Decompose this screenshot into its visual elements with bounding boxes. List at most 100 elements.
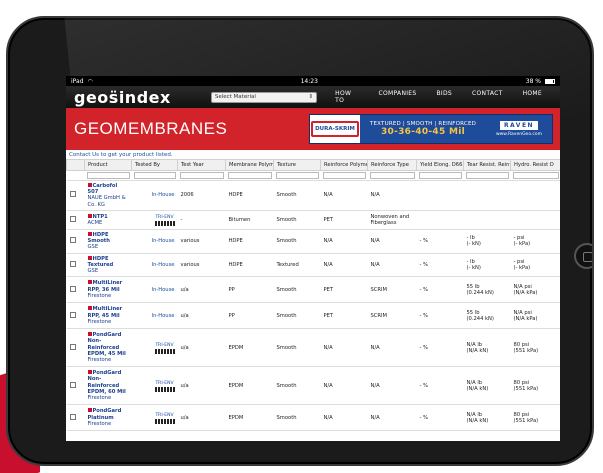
column-filter-input[interactable]: [133, 172, 176, 179]
checkbox-cell[interactable]: [66, 210, 85, 230]
cell-reinf-poly: PET: [323, 286, 334, 293]
column-filter-input[interactable]: [322, 172, 366, 179]
column-header[interactable]: Tear Resist. Reinf: [463, 159, 511, 171]
product-name-link[interactable]: HDPE Smooth: [87, 231, 129, 244]
product-name-link[interactable]: Carbofol 507: [87, 183, 129, 195]
tester-name: TRI-ENV: [155, 412, 174, 418]
column-header[interactable]: Membrane Polym: [225, 159, 274, 171]
home-button[interactable]: [574, 243, 592, 269]
checkbox-cell[interactable]: [66, 180, 85, 211]
tester-name[interactable]: In-House: [152, 287, 175, 293]
nav-link-companies[interactable]: COMPANIES: [369, 90, 427, 104]
row-checkbox[interactable]: [69, 260, 76, 267]
table-cell: 80 psi (551 kPa): [510, 404, 560, 432]
checkbox-cell[interactable]: [66, 276, 85, 304]
cell-membrane: EPDM: [228, 382, 244, 389]
column-filter-input[interactable]: [465, 172, 509, 179]
manufacturer-link[interactable]: NAUE GmbH & Co. KG: [88, 195, 129, 207]
column-filter-input[interactable]: [275, 172, 319, 179]
row-checkbox[interactable]: [69, 237, 76, 244]
row-checkbox[interactable]: [69, 381, 76, 388]
row-checkbox[interactable]: [69, 311, 76, 318]
nav-link-contact[interactable]: CONTACT: [462, 90, 513, 104]
column-header[interactable]: Reinforce Type: [367, 159, 417, 171]
tester-name[interactable]: In-House: [152, 238, 175, 244]
checkbox-cell[interactable]: [66, 302, 85, 330]
table-row[interactable]: NTP1 ACME TRI-ENV - Bitumen Smooth PET Nonwoven…: [66, 210, 560, 230]
column-header[interactable]: Yield Elong. D66: [416, 159, 464, 171]
table-row[interactable]: PondGard Non-Reinforced EPDM, 45 Mil Fire…: [66, 328, 560, 368]
cell-reinf-poly: N/A: [323, 261, 333, 268]
column-header[interactable]: Hydro. Resist D: [510, 159, 560, 171]
product-name-link[interactable]: MultiLiner RPP, 36 Mil: [87, 280, 129, 293]
column-header[interactable]: Reinforce Polyme: [320, 159, 368, 171]
checkbox-cell[interactable]: [66, 404, 85, 432]
column-filter-input[interactable]: [512, 172, 559, 179]
manufacturer-link[interactable]: Firestone: [88, 357, 129, 363]
column-filter-input[interactable]: [369, 172, 415, 179]
tri-env-logo[interactable]: TRI-ENV: [154, 381, 175, 392]
tested-by-cell: In-House: [131, 276, 178, 304]
manufacturer-link[interactable]: ACME: [88, 220, 129, 226]
product-name-link[interactable]: PondGard Non-Reinforced EPDM, 45 Mil: [87, 332, 129, 357]
row-checkbox[interactable]: [69, 191, 76, 198]
cell-yield: - %: [419, 261, 428, 268]
column-header[interactable]: Tested By: [131, 159, 178, 171]
tester-name[interactable]: In-House: [152, 192, 175, 198]
table-cell: N/A: [320, 253, 368, 278]
row-checkbox[interactable]: [69, 343, 76, 350]
product-cell: PondGard Non-Reinforced EPDM, 60 Mil Fire…: [84, 366, 132, 406]
tester-name[interactable]: In-House: [152, 262, 175, 268]
column-filter-input[interactable]: [418, 172, 462, 179]
material-select[interactable]: Select Material ⇕: [210, 91, 318, 103]
advertisement-banner[interactable]: DURA-SKRIM TEXTURED | SMOOTH | REINFORCE…: [309, 114, 553, 144]
column-header[interactable]: Texture: [273, 159, 321, 171]
tester-name[interactable]: In-House: [152, 313, 175, 319]
product-bullet-icon: [87, 213, 92, 218]
row-checkbox[interactable]: [69, 413, 76, 420]
manufacturer-link[interactable]: Firestone: [88, 319, 129, 325]
manufacturer-link[interactable]: GSE: [88, 244, 129, 250]
product-name-link[interactable]: PondGard Non-Reinforced EPDM, 60 Mil: [87, 370, 129, 395]
site-logo[interactable]: geos̈index: [74, 88, 171, 107]
nav-link-how-to[interactable]: HOW TO: [325, 90, 368, 104]
table-row[interactable]: MultiLiner RPP, 45 Mil Firestone In-House u…: [66, 302, 560, 330]
table-row[interactable]: HDPE Textured GSE In-House various HDPE Textu…: [66, 253, 560, 278]
table-cell: N/A: [367, 404, 417, 432]
product-name-link[interactable]: HDPE Textured: [87, 255, 129, 268]
column-filter-input[interactable]: [179, 172, 224, 179]
table-row[interactable]: MultiLiner RPP, 36 Mil Firestone In-House u…: [66, 276, 560, 304]
cell-tear: - lb (- kN): [466, 235, 481, 248]
cell-yield: - %: [419, 414, 428, 421]
column-filter-input[interactable]: [227, 172, 272, 179]
contact-link[interactable]: Contact Us to get your product listed.: [66, 150, 560, 159]
product-name-link[interactable]: PondGard Platinum: [87, 408, 129, 421]
product-name-link[interactable]: MultiLiner RPP, 45 Mil: [87, 306, 129, 319]
column-filter-input[interactable]: [86, 172, 130, 179]
nav-link-bids[interactable]: BIDS: [427, 90, 463, 104]
checkbox-cell[interactable]: [66, 328, 85, 368]
checkbox-cell[interactable]: [66, 253, 85, 278]
manufacturer-link[interactable]: GSE: [88, 268, 129, 274]
tri-env-logo[interactable]: TRI-ENV: [154, 215, 175, 226]
checkbox-cell[interactable]: [66, 366, 85, 406]
manufacturer-link[interactable]: Firestone: [88, 395, 129, 401]
tri-env-logo[interactable]: TRI-ENV: [154, 412, 175, 424]
table-row[interactable]: HDPE Smooth GSE In-House various HDPE Smooth N…: [66, 229, 560, 254]
row-checkbox[interactable]: [69, 285, 76, 292]
manufacturer-link[interactable]: Firestone: [88, 421, 129, 427]
table-row[interactable]: PondGard Non-Reinforced EPDM, 60 Mil Fire…: [66, 366, 560, 406]
row-checkbox[interactable]: [69, 215, 76, 222]
column-header[interactable]: Test Year: [177, 159, 226, 171]
manufacturer-link[interactable]: Firestone: [88, 293, 129, 299]
checkbox-cell[interactable]: [66, 229, 85, 254]
table-cell: PET: [320, 210, 368, 230]
status-time: 14:23: [300, 77, 318, 85]
product-bullet-icon: [87, 408, 92, 413]
table-row[interactable]: Carbofol 507 NAUE GmbH & Co. KG In-House 20…: [66, 180, 560, 211]
table-cell: Smooth: [273, 328, 321, 368]
column-header[interactable]: Product: [84, 159, 132, 171]
tri-env-logo[interactable]: TRI-ENV: [154, 343, 175, 354]
nav-link-home[interactable]: HOME: [513, 90, 552, 104]
table-row[interactable]: PondGard Platinum Firestone TRI-ENV u/a EPDM…: [66, 404, 560, 432]
